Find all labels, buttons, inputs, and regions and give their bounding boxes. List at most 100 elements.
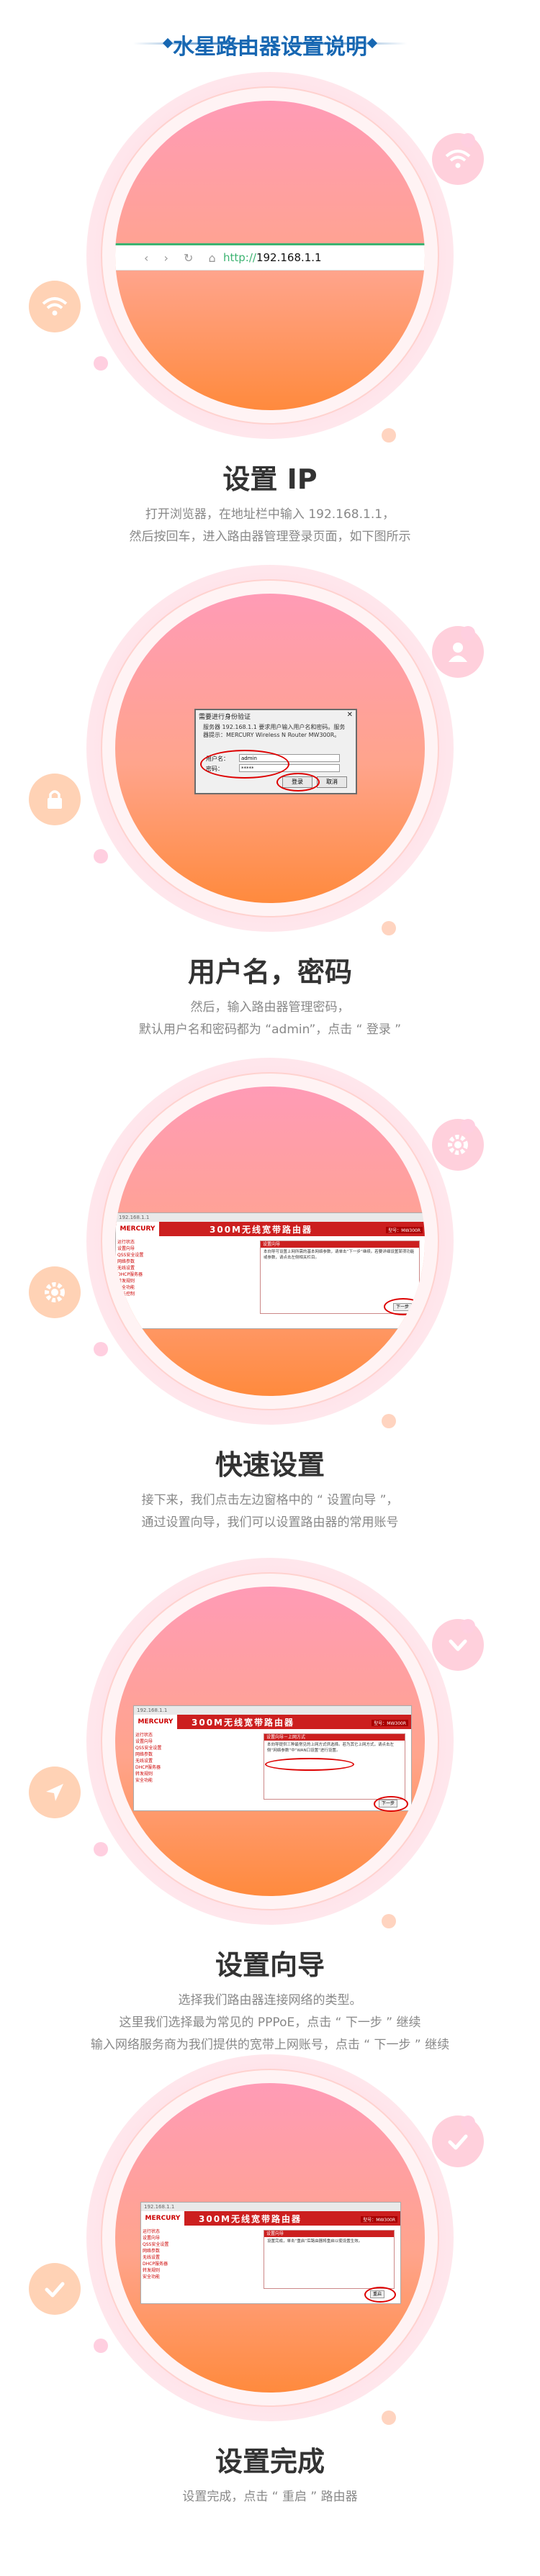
decor-dot [94,1842,108,1856]
section-credentials: 需要进行身份验证 ✕ 服务器 192.168.1.1 要求用户输入用户名和密码。… [0,558,540,1061]
decor-dot [461,1619,475,1633]
highlight-ellipse [265,1758,354,1771]
model-badge: 型号：MW300R [361,2216,397,2223]
menu-item: 运行状态 [143,2229,161,2234]
panel-text: 设置完成，单击“重启”后路由器将重启以使设置生效。 [267,2239,363,2244]
navigation-icon [29,1767,81,1818]
panel-title: 设置向导 [261,1241,419,1248]
section-quick-setup: 192.168.1.1 MERCURY 300M无线宽带路由器 型号：MW300… [0,1051,540,1554]
router-admin-window: 192.168.1.1 MERCURY 300M无线宽带路由器 型号：MW300… [133,1705,412,1812]
illustration-circle: 192.168.1.1 MERCURY 300M无线宽带路由器 型号：MW300… [115,1087,425,1396]
menu-item: 运行状态 [135,1733,153,1738]
decor-dot [382,921,396,935]
menu-item: 无线设置 [143,2255,161,2260]
menu-item: DHCP服务器 [117,1272,143,1277]
menu-item: 设置向导 [135,1739,153,1744]
decor-dot [382,2411,396,2425]
check-icon [29,2263,81,2315]
model-badge: 型号：MW300R [386,1227,423,1233]
router-menu: 运行状态 设置向导 QSS安全设置 网络参数 无线设置 DHCP服务器 转发规则… [135,1732,171,1784]
menu-item: 安全功能 [135,1778,153,1783]
section-title: 设置完成 [215,2446,325,2477]
highlight-ellipse [276,773,320,792]
router-banner: MERCURY 300M无线宽带路由器 型号：MW300R [116,1222,425,1236]
decor-dot [94,2339,108,2353]
browser-url: http://192.168.1.1 [223,251,322,264]
highlight-ellipse [374,1796,408,1812]
banner-title: 300M无线宽带路由器 [210,1225,312,1235]
close-icon: ✕ [346,711,353,719]
section-description: 然后，输入路由器管理密码， 默认用户名和密码都为 “admin”，点击 “ 登录… [138,1000,402,1037]
page-title: 水星路由器设置说明 [173,35,367,60]
decor-dot [94,1342,108,1356]
banner-title: 300M无线宽带路由器 [192,1718,294,1728]
menu-item: 安全功能 [117,1285,135,1290]
wizard-panel: 设置向导 设置完成，单击“重启”后路由器将重启以使设置生效。 [264,2230,395,2289]
decor-dot [382,1914,396,1928]
model-badge: 型号：MW300R [372,1720,408,1726]
wifi-icon [432,133,484,185]
menu-item: DHCP服务器 [143,2262,168,2267]
panel-text: 本向导提供三种最常见的上网方式供选择。若为其它上网方式，请点击左侧“网络参数”中… [267,1743,395,1753]
auth-dialog: 需要进行身份验证 ✕ 服务器 192.168.1.1 要求用户输入用户名和密码。… [194,709,357,794]
router-menu: 运行状态 设置向导 QSS安全设置 网络参数 无线设置 DHCP服务器 转发规则… [143,2228,179,2280]
menu-item: 设置向导 [117,1246,135,1251]
menu-item: 运行状态 [117,1240,135,1245]
section-setup-complete: 192.168.1.1 MERCURY 300M无线宽带路由器 型号：MW300… [0,2047,540,2551]
page-header: 水星路由器设置说明 [0,14,540,72]
router-admin-window: 192.168.1.1 MERCURY 300M无线宽带路由器 型号：MW300… [140,2202,401,2304]
chevron-down-icon [432,1619,484,1671]
decor-dot [382,1414,396,1428]
menu-item: QSS安全设置 [135,1746,162,1751]
browser-nav-icons: ‹ › ↻ ⌂ [144,251,222,265]
highlight-ellipse [200,750,289,779]
menu-item: 网络参数 [117,1259,135,1264]
menu-item: 家长控制 [117,1292,135,1297]
section-title: 用户名，密码 [187,956,352,988]
menu-item: QSS安全设置 [143,2242,169,2247]
highlight-ellipse [384,1298,423,1315]
illustration-circle: 192.168.1.1 MERCURY 300M无线宽带路由器 型号：MW300… [115,1587,425,1896]
menu-item: 网络参数 [135,1752,153,1757]
section-title: 快速设置 [215,1449,325,1481]
panel-title: 设置向导－上网方式 [264,1734,405,1741]
menu-item: 设置向导 [143,2236,161,2241]
cancel-button: 取消 [317,776,347,788]
decor-dot [461,133,475,148]
mercury-logo: MERCURY [141,2211,184,2226]
menu-item: 转发规则 [143,2268,161,2273]
decor-dot [461,626,475,640]
mercury-logo: MERCURY [134,1715,177,1729]
section-title: 设置向导 [215,1949,325,1981]
gear-icon [29,1266,81,1318]
menu-item: 无线设置 [117,1266,135,1271]
menu-item: QSS安全设置 [117,1253,144,1258]
gear-icon [432,1119,484,1171]
menu-item: 网络参数 [143,2249,161,2254]
header-line-right [292,42,407,45]
router-banner: MERCURY 300M无线宽带路由器 型号：MW300R [141,2211,400,2226]
router-menu: 运行状态 设置向导 QSS安全设置 网络参数 无线设置 DHCP服务器 转发规则… [117,1239,153,1297]
decor-dot [382,428,396,443]
highlight-ellipse [364,2287,396,2303]
decor-dot [94,849,108,863]
dialog-title: 需要进行身份验证 [199,714,251,721]
mercury-logo: MERCURY [116,1222,159,1236]
banner-title: 300M无线宽带路由器 [199,2214,302,2224]
panel-title: 设置向导 [264,2231,394,2237]
section-description: 设置完成，点击 “ 重启 ” 路由器 [182,2490,358,2504]
section-description: 接下来，我们点击左边窗格中的 “ 设置向导 ”， 通过设置向导，我们可以设置路由… [141,1493,399,1530]
browser-address-bar: ‹ › ↻ ⌂ http://192.168.1.1 [115,243,425,271]
user-icon [432,626,484,678]
illustration-circle: 192.168.1.1 MERCURY 300M无线宽带路由器 型号：MW300… [115,2083,425,2393]
illustration-circle: 需要进行身份验证 ✕ 服务器 192.168.1.1 要求用户输入用户名和密码。… [115,594,425,903]
section-set-ip: ‹ › ↻ ⌂ http://192.168.1.1 设置 IP 打开浏览器，在… [0,65,540,568]
lock-icon [29,774,81,825]
menu-item: DHCP服务器 [135,1765,161,1770]
illustration-circle: ‹ › ↻ ⌂ http://192.168.1.1 [115,101,425,410]
wifi-icon [29,281,81,332]
section-setup-wizard: 192.168.1.1 MERCURY 300M无线宽带路由器 型号：MW300… [0,1551,540,2054]
router-admin-window: 192.168.1.1 MERCURY 300M无线宽带路由器 型号：MW300… [115,1212,425,1329]
section-title: 设置 IP [222,463,318,495]
decor-dot [461,2115,475,2130]
